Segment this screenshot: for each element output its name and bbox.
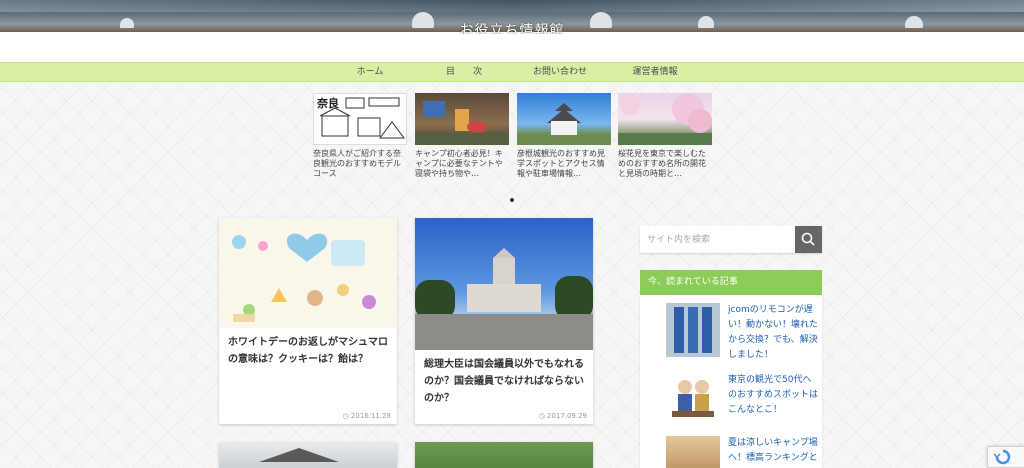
popular-link[interactable]: 東京の観光で50代へのおすすめスポットはこんなとこ！ (728, 373, 818, 418)
nav-item-home[interactable]: ホーム (320, 63, 420, 83)
article-thumbnail (415, 218, 593, 350)
nav-item-about[interactable]: 運営者情報 (605, 63, 705, 83)
article-thumbnail (415, 442, 593, 468)
search-button[interactable] (795, 226, 822, 253)
popular-thumbnail (666, 303, 720, 357)
article-card[interactable] (415, 442, 593, 468)
carousel-thumbnail (517, 93, 611, 145)
popular-thumbnail (666, 373, 720, 427)
header-band (0, 32, 1024, 62)
article-card[interactable]: 総理大臣は国会議員以外でもなれるのか？国会議員でなければならないのか？ ◷ 20… (415, 218, 593, 424)
clock-icon: ◷ (538, 412, 545, 420)
carousel-thumbnail (415, 93, 509, 145)
nav-item-contact[interactable]: お問い合わせ (510, 63, 610, 83)
carousel-caption[interactable]: 彦根城観光のおすすめ見学スポットとアクセス情報や駐車場情報… (517, 149, 611, 189)
popular-link[interactable]: jcomのリモコンが遅い！動かない！壊れたから交換？でも、解決しました！ (728, 303, 818, 363)
article-date-text: 2017.09.29 (546, 412, 587, 420)
main-nav: ホーム 目 次 お問い合わせ 運営者情報 (0, 62, 1024, 82)
carousel-thumbnail (618, 93, 712, 145)
carousel-pager-dot[interactable] (510, 198, 514, 202)
carousel-item[interactable]: 彦根城観光のおすすめ見学スポットとアクセス情報や駐車場情報… (517, 93, 611, 189)
article-date: ◷ 2016.11.28 (343, 412, 391, 420)
popular-thumbnail (666, 436, 720, 468)
article-card[interactable]: ホワイトデーのお返しがマシュマロの意味は？クッキーは？飴は？ ◷ 2016.11… (219, 218, 397, 424)
article-date: ◷ 2017.09.29 (539, 412, 587, 420)
carousel-caption[interactable]: キャンプ初心者必見！キャンプに必要なテントや寝袋や持ち物や… (415, 149, 509, 189)
article-date-text: 2016.11.28 (350, 412, 391, 420)
article-title[interactable]: ホワイトデーのお返しがマシュマロの意味は？クッキーは？飴は？ (219, 328, 397, 368)
popular-widget-title: 今、読まれている記事 (640, 270, 822, 295)
magnifier-icon (801, 232, 815, 246)
article-thumbnail (219, 218, 397, 328)
carousel-caption[interactable]: 桜花見を東京で楽しむためのおすすめ名所の開花と見頃の時期と… (618, 149, 712, 189)
carousel-item[interactable]: キャンプ初心者必見！キャンプに必要なテントや寝袋や持ち物や… (415, 93, 509, 189)
clock-icon: ◷ (342, 412, 349, 420)
nav-item-contents[interactable]: 目 次 (414, 63, 514, 83)
carousel-caption[interactable]: 奈良県人がご紹介する奈良観光のおすすめモデルコース (313, 149, 407, 189)
carousel-item[interactable]: 桜花見を東京で楽しむためのおすすめ名所の開花と見頃の時期と… (618, 93, 712, 189)
recaptcha-badge[interactable] (987, 446, 1024, 468)
article-thumbnail (219, 442, 397, 468)
article-card[interactable] (219, 442, 397, 468)
site-search (640, 226, 822, 253)
recaptcha-icon (993, 449, 1011, 465)
search-input[interactable] (640, 226, 794, 253)
article-title[interactable]: 総理大臣は国会議員以外でもなれるのか？国会議員でなければならないのか？ (415, 350, 593, 407)
carousel-thumbnail: 奈良 (313, 93, 407, 145)
popular-link[interactable]: 夏は涼しいキャンプ場へ！標高ランキングと (728, 436, 818, 468)
site-title[interactable]: お役立ち情報館 (0, 20, 1024, 34)
carousel-item[interactable]: 奈良 奈良県人がご紹介する奈良観光のおすすめモデルコース (313, 93, 407, 189)
